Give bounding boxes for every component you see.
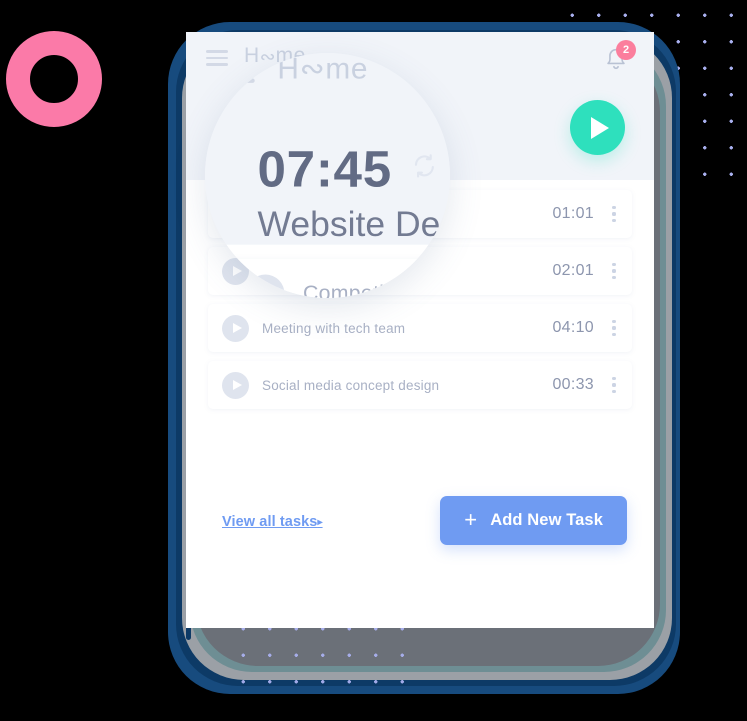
task-duration: 04:10 [552,319,594,336]
task-play-icon[interactable] [222,314,249,342]
notification-badge: 2 [616,40,636,60]
task-name: Meeting with tech team [262,320,406,336]
pink-ring-decoration [6,31,102,127]
task-more-options-icon[interactable] [606,262,622,280]
table-row[interactable]: Social media concept design 00:33 [208,361,632,409]
lens-hamburger-menu-icon [223,60,255,83]
plus-icon: + [464,506,478,532]
task-more-options-icon[interactable] [606,205,622,223]
table-row[interactable]: Meeting with tech team 04:10 [208,304,632,352]
add-new-task-button[interactable]: + Add New Task [440,496,627,545]
magnifier-lens: H∾me 07:45 Website Designing Competitors… [205,53,450,298]
chevron-right-icon: ▸ [317,517,323,528]
view-all-tasks-link[interactable]: View all tasks▸ [222,514,323,530]
start-timer-button[interactable] [570,100,625,155]
task-name: Social media concept design [262,377,440,393]
lens-refresh-sync-icon [410,152,437,186]
task-more-options-icon[interactable] [606,376,622,394]
play-icon [591,116,609,139]
notification-bell-button[interactable]: 2 [602,40,636,74]
task-more-options-icon[interactable] [606,319,622,337]
magnifier-content: H∾me 07:45 Website Designing Competitors… [205,53,450,298]
lens-task-play-icon [246,273,285,298]
task-duration: 01:01 [552,205,594,222]
lens-timer-value: 07:45 [257,139,392,198]
task-duration: 00:33 [552,376,594,393]
lens-page-title: H∾me [277,53,369,86]
lens-timer: 07:45 [258,140,438,200]
add-new-task-label: Add New Task [490,511,603,529]
view-all-tasks-label: View all tasks [222,514,318,530]
task-play-icon[interactable] [222,371,249,399]
lens-timer-task-label: Website Designing [257,204,450,245]
page-root: H∾me 2 07:45 Website Designing [0,0,747,721]
lens-task-name: Competitors analysis [302,280,450,298]
lens-table-row: Competitors analysis [226,258,450,298]
task-duration: 02:01 [552,262,594,279]
